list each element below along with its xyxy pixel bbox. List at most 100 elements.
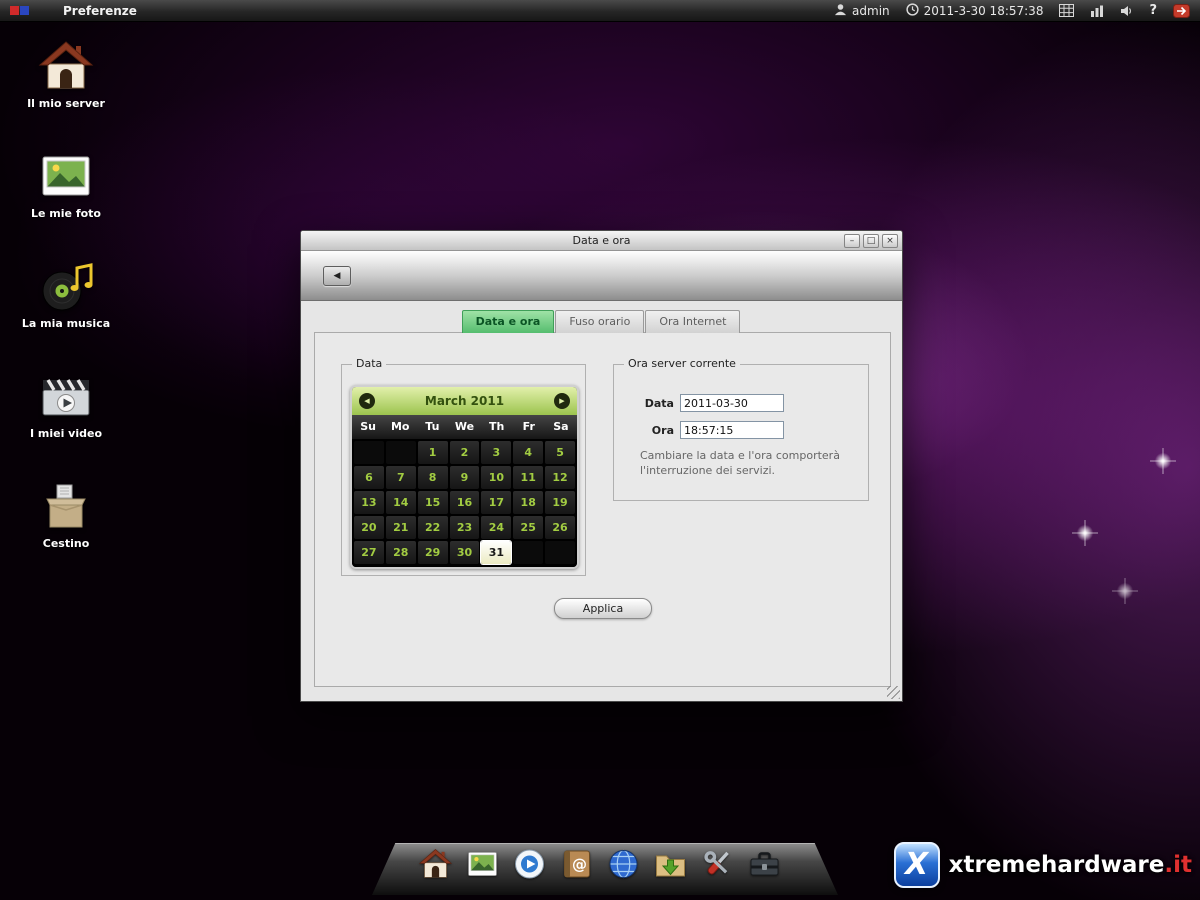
calendar-day-2[interactable]: 2 xyxy=(450,441,480,464)
calendar-day-10[interactable]: 10 xyxy=(481,466,511,489)
dock-home-icon[interactable] xyxy=(419,847,453,881)
home-icon xyxy=(38,38,94,94)
calendar-day-16[interactable]: 16 xyxy=(450,491,480,514)
window-title: Data e ora xyxy=(301,234,902,247)
dock-tools-icon[interactable] xyxy=(701,847,735,881)
desktop-icon-trash[interactable]: Cestino xyxy=(20,478,112,550)
sparkle xyxy=(1072,520,1098,546)
calendar-day-28[interactable]: 28 xyxy=(386,541,416,564)
calendar-empty-cell xyxy=(354,441,384,464)
desktop-icon-photos[interactable]: Le mie foto xyxy=(20,148,112,220)
app-title: Preferenze xyxy=(63,4,137,18)
calendar-day-30[interactable]: 30 xyxy=(450,541,480,564)
window-data-e-ora: Data e ora – □ × ◀ Data e oraFuso orario… xyxy=(300,230,903,702)
calendar-day-29[interactable]: 29 xyxy=(418,541,448,564)
svg-text:@: @ xyxy=(572,856,587,874)
window-titlebar[interactable]: Data e ora – □ × xyxy=(301,231,902,251)
user-menu[interactable]: admin xyxy=(834,3,890,19)
watermark-name: xtremehardware xyxy=(949,852,1165,878)
back-button[interactable]: ◀ xyxy=(323,266,351,286)
user-name: admin xyxy=(852,4,890,18)
desktop-icon-video[interactable]: I miei video xyxy=(20,368,112,440)
date-group: Data ◀ March 2011 ▶ SuMoTuWeThFrSa 12345… xyxy=(341,364,586,576)
dock-toolbox-icon[interactable] xyxy=(748,847,782,881)
calendar-day-3[interactable]: 3 xyxy=(481,441,511,464)
calendar-day-19[interactable]: 19 xyxy=(545,491,575,514)
trash-icon xyxy=(38,478,94,534)
date-group-legend: Data xyxy=(352,357,386,370)
calendar-day-12[interactable]: 12 xyxy=(545,466,575,489)
video-icon xyxy=(38,368,94,424)
calendar-day-4[interactable]: 4 xyxy=(513,441,543,464)
calendar-day-14[interactable]: 14 xyxy=(386,491,416,514)
stats-icon[interactable] xyxy=(1090,5,1104,17)
help-button[interactable]: ? xyxy=(1149,3,1157,18)
calendar-day-26[interactable]: 26 xyxy=(545,516,575,539)
xtremehardware-logo-icon[interactable]: X xyxy=(894,842,940,888)
calendar-day-24[interactable]: 24 xyxy=(481,516,511,539)
calendar-day-27[interactable]: 27 xyxy=(354,541,384,564)
time-input[interactable] xyxy=(680,421,784,439)
sparkle xyxy=(1150,448,1176,474)
calendar-day-23[interactable]: 23 xyxy=(450,516,480,539)
calendar-day-11[interactable]: 11 xyxy=(513,466,543,489)
maximize-button[interactable]: □ xyxy=(863,234,879,248)
calendar-weekday-mo: Mo xyxy=(384,415,416,439)
calendar-day-7[interactable]: 7 xyxy=(386,466,416,489)
close-button[interactable]: × xyxy=(882,234,898,248)
calendar-day-21[interactable]: 21 xyxy=(386,516,416,539)
calendar-day-31[interactable]: 31 xyxy=(481,541,511,564)
dock-download-icon[interactable] xyxy=(654,847,688,881)
calendar-day-20[interactable]: 20 xyxy=(354,516,384,539)
calendar-day-6[interactable]: 6 xyxy=(354,466,384,489)
desktop-icon-label: I miei video xyxy=(20,427,112,440)
desktop-icon-label: La mia musica xyxy=(20,317,112,330)
grid-icon[interactable] xyxy=(1059,4,1074,17)
calendar-day-13[interactable]: 13 xyxy=(354,491,384,514)
calendar-day-1[interactable]: 1 xyxy=(418,441,448,464)
minimize-button[interactable]: – xyxy=(844,234,860,248)
service-warning-note: Cambiare la data e l'ora comporterà l'in… xyxy=(640,449,866,479)
calendar-day-17[interactable]: 17 xyxy=(481,491,511,514)
tab-ora-internet[interactable]: Ora Internet xyxy=(645,310,740,333)
calendar-day-22[interactable]: 22 xyxy=(418,516,448,539)
dock-contacts-icon[interactable]: @ xyxy=(560,847,594,881)
tab-fuso-orario[interactable]: Fuso orario xyxy=(555,310,644,333)
calendar-grid: 1234567891011121314151617181920212223242… xyxy=(352,439,577,567)
dock-player-icon[interactable] xyxy=(513,847,547,881)
resize-handle[interactable] xyxy=(887,686,900,699)
calendar-weekday-we: We xyxy=(448,415,480,439)
calendar-header: ◀ March 2011 ▶ xyxy=(352,387,577,415)
desktop-icon-home[interactable]: Il mio server xyxy=(20,38,112,110)
calendar-empty-cell xyxy=(513,541,543,564)
clock-display: 2011-3-30 18:57:38 xyxy=(906,3,1044,19)
app-icon[interactable] xyxy=(10,6,29,15)
date-input[interactable] xyxy=(680,394,784,412)
calendar-prev-button[interactable]: ◀ xyxy=(359,393,375,409)
date-row: Data xyxy=(614,394,784,412)
calendar-weekday-tu: Tu xyxy=(416,415,448,439)
calendar-day-25[interactable]: 25 xyxy=(513,516,543,539)
menubar: Preferenze admin 2011-3-30 18:57:38 ? xyxy=(0,0,1200,22)
photos-icon xyxy=(38,148,94,204)
dock-web-icon[interactable] xyxy=(607,847,641,881)
watermark-text: xtremehardware.it xyxy=(949,852,1192,878)
apply-button[interactable]: Applica xyxy=(554,598,652,619)
tab-data-e-ora[interactable]: Data e ora xyxy=(462,310,555,333)
calendar-weekday-sa: Sa xyxy=(545,415,577,439)
desktop-icon-music[interactable]: La mia musica xyxy=(20,258,112,330)
volume-icon[interactable] xyxy=(1120,5,1133,17)
calendar: ◀ March 2011 ▶ SuMoTuWeThFrSa 1234567891… xyxy=(350,385,579,569)
sparkle xyxy=(1112,578,1138,604)
calendar-next-button[interactable]: ▶ xyxy=(554,393,570,409)
watermark: X xtremehardware.it xyxy=(894,842,1192,888)
calendar-day-8[interactable]: 8 xyxy=(418,466,448,489)
calendar-day-18[interactable]: 18 xyxy=(513,491,543,514)
logout-icon[interactable] xyxy=(1173,4,1190,18)
calendar-day-9[interactable]: 9 xyxy=(450,466,480,489)
desktop-icon-label: Il mio server xyxy=(20,97,112,110)
calendar-day-15[interactable]: 15 xyxy=(418,491,448,514)
calendar-day-5[interactable]: 5 xyxy=(545,441,575,464)
window-body: Data e oraFuso orarioOra Internet Data ◀… xyxy=(301,301,902,701)
dock-photos-icon[interactable] xyxy=(466,847,500,881)
